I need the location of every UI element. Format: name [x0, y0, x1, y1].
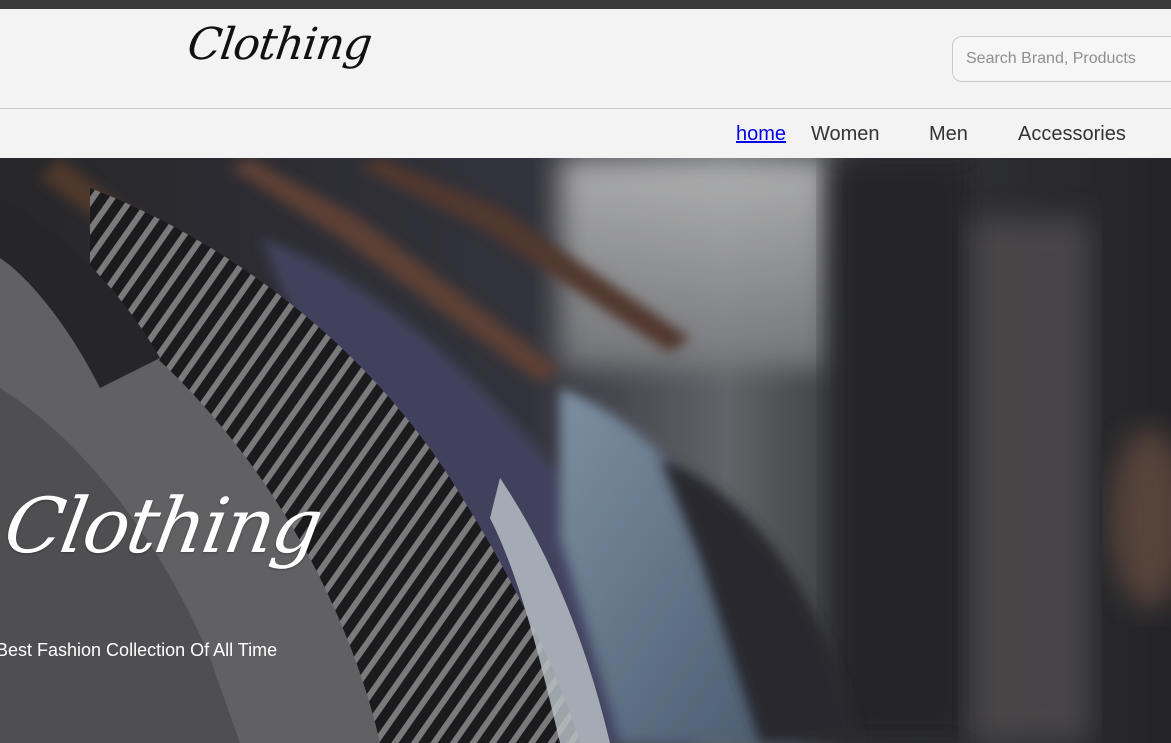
site-logo[interactable]: Clothing — [184, 19, 374, 70]
hero-title: Clothing — [0, 481, 328, 570]
nav-link-men[interactable]: Men — [929, 123, 968, 146]
main-nav: home Women Men Accessories — [0, 110, 1171, 158]
nav-link-women[interactable]: Women — [811, 123, 880, 146]
hero-banner: Clothing Best Fashion Collection Of All … — [0, 158, 1171, 743]
site-header: Clothing — [0, 9, 1171, 109]
window-top-bar — [0, 0, 1171, 9]
nav-link-accessories[interactable]: Accessories — [1018, 123, 1126, 146]
search-input[interactable] — [952, 36, 1171, 82]
nav-link-home[interactable]: home — [736, 123, 786, 146]
hero-subtitle: Best Fashion Collection Of All Time — [0, 640, 278, 660]
